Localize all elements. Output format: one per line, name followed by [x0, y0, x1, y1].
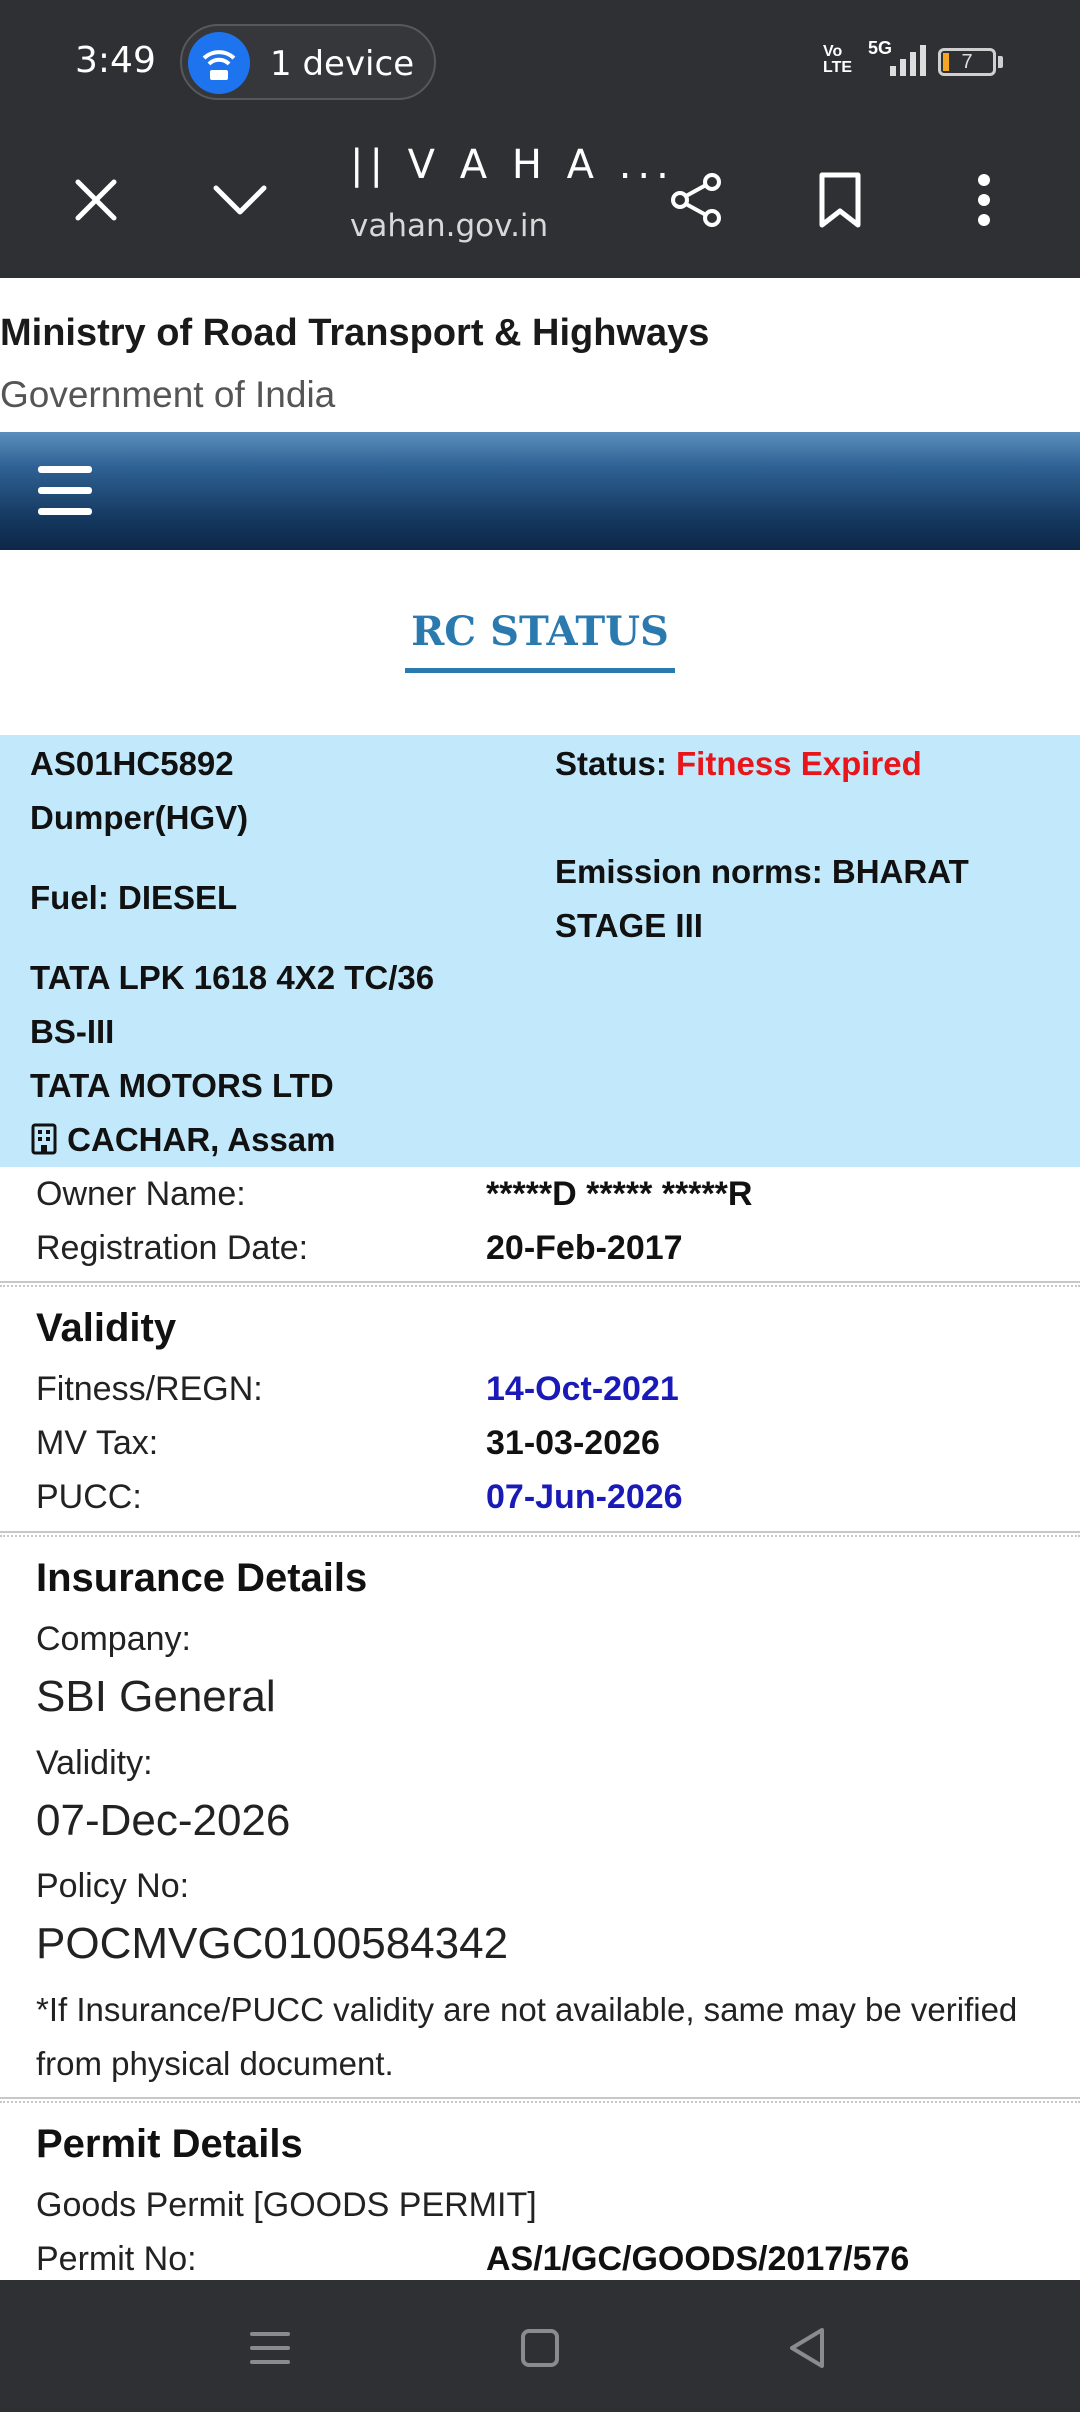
share-icon[interactable]: [660, 164, 732, 236]
permit-title: Permit Details: [36, 2122, 303, 2166]
ministry-name: Ministry of Road Transport & Highways: [0, 312, 710, 354]
hotspot-icon: [188, 32, 250, 94]
battery-level: 7: [961, 51, 973, 73]
registration-date-label: Registration Date:: [36, 1229, 309, 1267]
insurance-company-label: Company:: [36, 1620, 191, 1658]
insurance-company-value: SBI General: [36, 1672, 276, 1721]
building-icon: [31, 1123, 57, 1155]
policy-number-label: Policy No:: [36, 1867, 190, 1905]
vehicle-summary: AS01HC5892 Dumper(HGV) Fuel: DIESEL TATA…: [0, 735, 1080, 1167]
mv-tax-value: 31-03-2026: [486, 1424, 660, 1462]
emission-line-1: Emission norms: BHARAT: [555, 853, 969, 890]
hotspot-label: 1 device: [270, 44, 415, 84]
clock: 3:49: [75, 40, 156, 81]
maker-name: TATA MOTORS LTD: [30, 1067, 334, 1104]
divider: [0, 1281, 1080, 1287]
navigation-bar: [0, 432, 1080, 550]
emission-line-2: STAGE III: [555, 907, 703, 944]
status-line: Status: Fitness Expired: [555, 745, 922, 783]
url-text[interactable]: vahan.gov.in: [350, 208, 548, 244]
permit-type: Goods Permit [GOODS PERMIT]: [36, 2186, 537, 2224]
permit-number-value: AS/1/GC/GOODS/2017/576: [486, 2240, 910, 2278]
system-navigation-bar: [0, 2280, 1080, 2412]
policy-number-value: POCMVGC0100584342: [36, 1919, 509, 1968]
vehicle-class: Dumper(HGV): [30, 799, 249, 836]
more-options-icon[interactable]: [948, 164, 1020, 236]
owner-label: Owner Name:: [36, 1175, 246, 1213]
browser-toolbar: || V A H A ... vahan.gov.in: [0, 122, 1080, 278]
fitness-label: Fitness/REGN:: [36, 1370, 263, 1408]
hotspot-indicator[interactable]: 1 device: [180, 24, 436, 100]
government-name: Government of India: [0, 374, 336, 415]
rto-location: CACHAR, Assam: [30, 1121, 336, 1159]
heading-underline: [405, 668, 675, 673]
status-label: Status:: [555, 745, 667, 782]
insurance-note: *If Insurance/PUCC validity are not avai…: [36, 1991, 1018, 2082]
fuel-type: Fuel: DIESEL: [30, 879, 238, 916]
permit-number-label: Permit No:: [36, 2240, 197, 2278]
insurance-validity-label: Validity:: [36, 1744, 153, 1782]
volte-icon: Vo LTE: [823, 43, 853, 76]
chevron-down-icon[interactable]: [204, 164, 276, 236]
divider: [0, 1531, 1080, 1537]
divider: [0, 2097, 1080, 2103]
home-icon[interactable]: [512, 2320, 568, 2376]
signal-icon: [890, 45, 926, 76]
back-icon[interactable]: [780, 2320, 836, 2376]
validity-title: Validity: [36, 1306, 177, 1350]
status-bar: 3:49 1 device Vo LTE 5G 7: [0, 0, 1080, 122]
registration-date-value: 20-Feb-2017: [486, 1229, 683, 1267]
location-text: CACHAR, Assam: [67, 1121, 336, 1158]
page-heading: RC STATUS: [411, 608, 669, 655]
site-header: Ministry of Road Transport & Highways Go…: [0, 278, 1080, 432]
bookmark-icon[interactable]: [804, 164, 876, 236]
page-title-tab: || V A H A ...: [350, 142, 675, 188]
menu-icon[interactable]: [38, 466, 92, 516]
recent-apps-icon[interactable]: [242, 2320, 298, 2376]
pucc-label: PUCC:: [36, 1478, 142, 1516]
insurance-title: Insurance Details: [36, 1556, 368, 1600]
registration-number: AS01HC5892: [30, 745, 234, 782]
fitness-value: 14-Oct-2021: [486, 1370, 679, 1408]
pucc-value: 07-Jun-2026: [486, 1478, 683, 1516]
model-line-2: BS-III: [30, 1013, 115, 1050]
close-icon[interactable]: [60, 164, 132, 236]
model-line-1: TATA LPK 1618 4X2 TC/36: [30, 959, 435, 996]
status-value: Fitness Expired: [676, 745, 922, 782]
insurance-validity-value: 07-Dec-2026: [36, 1796, 291, 1845]
mv-tax-label: MV Tax:: [36, 1424, 159, 1462]
owner-value: *****D ***** *****R: [486, 1175, 753, 1213]
battery-icon: 7: [938, 48, 996, 76]
